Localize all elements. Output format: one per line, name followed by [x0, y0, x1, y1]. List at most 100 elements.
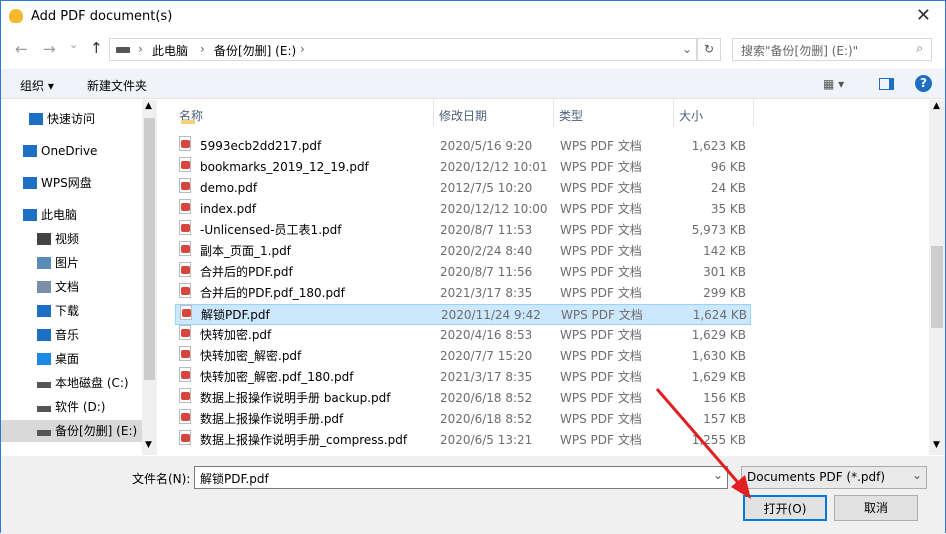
pdf-file-icon — [179, 157, 191, 172]
file-type: WPS PDF 文档 — [560, 181, 642, 195]
file-row[interactable]: demo.pdf 2012/7/5 10:20 WPS PDF 文档 24 KB — [175, 178, 751, 199]
help-button[interactable]: ? — [915, 75, 932, 92]
file-row[interactable]: 快转加密.pdf 2020/4/16 8:53 WPS PDF 文档 1,629 KB — [175, 325, 751, 346]
title-bar: Add PDF document(s) ✕ — [1, 1, 945, 33]
file-size: 24 KB — [710, 181, 746, 195]
forward-button[interactable]: → — [43, 40, 56, 58]
pdf-file-icon — [179, 409, 191, 424]
file-name: index.pdf — [200, 202, 257, 216]
picture-icon — [37, 257, 51, 269]
new-folder-button[interactable]: 新建文件夹 — [87, 77, 147, 94]
sidebar-scrollbar[interactable]: ▲ ▼ — [142, 100, 157, 455]
window-title: Add PDF document(s) — [31, 9, 173, 24]
file-name: 快转加密_解密.pdf — [200, 349, 302, 363]
sidebar-item[interactable]: 本地磁盘 (C:) — [1, 372, 142, 394]
file-name: 数据上报操作说明手册 backup.pdf — [200, 391, 391, 405]
sidebar-item[interactable]: 此电脑 — [1, 204, 142, 226]
sidebar-item[interactable]: WPS网盘 — [1, 172, 142, 194]
toolbar: 组织 ▾ 新建文件夹 ▦ ▾ ? — [1, 69, 945, 99]
sidebar-item-label: 图片 — [55, 256, 80, 270]
close-button[interactable]: ✕ — [916, 5, 931, 26]
file-size: 1,623 KB — [691, 139, 746, 153]
desktop-icon — [37, 353, 51, 365]
file-row[interactable]: index.pdf 2020/12/12 10:00 WPS PDF 文档 35 KB — [175, 199, 751, 220]
view-options-button[interactable]: ▦ ▾ — [823, 77, 844, 91]
file-size: 142 KB — [703, 244, 746, 258]
organize-button[interactable]: 组织 ▾ — [20, 77, 54, 94]
address-dropdown-icon[interactable]: ⌄ — [682, 42, 692, 56]
file-name: 快转加密_解密.pdf_180.pdf — [200, 370, 354, 384]
file-size: 301 KB — [703, 265, 746, 279]
sidebar-item[interactable]: 音乐 — [1, 324, 142, 346]
file-row[interactable]: 合并后的PDF.pdf_180.pdf 2021/3/17 8:35 WPS PDF… — [175, 283, 751, 304]
pdf-file-icon — [179, 199, 191, 214]
sidebar-item[interactable]: 快速访问 — [1, 108, 142, 130]
file-row[interactable]: bookmarks_2019_12_19.pdf 2020/12/12 10:01… — [175, 157, 751, 178]
file-row[interactable]: 解锁PDF.pdf 2020/11/24 9:42 WPS PDF 文档 1,624 … — [175, 304, 751, 325]
pdf-file-icon — [179, 136, 191, 151]
file-name: 数据上报操作说明手册_compress.pdf — [200, 433, 408, 447]
file-size: 1,630 KB — [691, 349, 746, 363]
sidebar-item[interactable]: 文档 — [1, 276, 142, 298]
red-arrow-annotation — [655, 388, 751, 499]
back-button[interactable]: ← — [15, 40, 28, 58]
file-type: WPS PDF 文档 — [560, 244, 642, 258]
breadcrumb-drive-e[interactable]: 备份[勿删] (E:) — [214, 42, 296, 59]
sidebar-item[interactable]: 备份[勿删] (E:) — [1, 420, 142, 442]
file-type: WPS PDF 文档 — [560, 328, 642, 342]
file-name: 快转加密.pdf — [200, 328, 272, 342]
file-row[interactable]: 快转加密_解密.pdf 2020/7/7 15:20 WPS PDF 文档 1,630… — [175, 346, 751, 367]
file-type: WPS PDF 文档 — [560, 286, 642, 300]
folder-row-partial[interactable] — [175, 120, 751, 127]
file-row[interactable]: 5993ecb2dd217.pdf 2020/5/16 9:20 WPS PDF 文… — [175, 136, 751, 157]
pdf-file-icon — [179, 325, 191, 340]
recent-locations-button[interactable]: ⌄ — [69, 38, 78, 51]
drive-icon — [37, 406, 51, 412]
pdf-file-icon — [179, 367, 191, 382]
file-row[interactable]: 副本_页面_1.pdf 2020/2/24 8:40 WPS PDF 文档 142 K… — [175, 241, 751, 262]
sidebar-item[interactable]: OneDrive — [1, 140, 142, 162]
file-list-scrollbar[interactable]: ▲ ▼ — [929, 100, 945, 455]
file-size: 96 KB — [710, 160, 746, 174]
refresh-button[interactable]: ↻ — [697, 38, 721, 61]
preview-pane-button[interactable] — [879, 78, 894, 90]
file-size: 35 KB — [710, 202, 746, 216]
file-row[interactable]: -Unlicensed-员工表1.pdf 2020/8/7 11:53 WPS PD… — [175, 220, 751, 241]
cloud-icon — [23, 177, 37, 189]
pdf-file-icon — [179, 388, 191, 403]
sidebar-item-label: 备份[勿删] (E:) — [55, 424, 138, 438]
sidebar-item[interactable]: 视频 — [1, 228, 142, 250]
file-type: WPS PDF 文档 — [560, 412, 642, 426]
file-date: 2020/7/7 15:20 — [440, 349, 533, 363]
sidebar-item[interactable]: 下载 — [1, 300, 142, 322]
breadcrumb-separator[interactable]: › — [300, 42, 305, 56]
file-type: WPS PDF 文档 — [560, 391, 642, 405]
file-size: 299 KB — [703, 286, 746, 300]
file-list: 名称 修改日期 类型 大小 5993ecb2dd217.pdf 2020/5/16… — [171, 100, 929, 455]
file-date: 2020/11/24 9:42 — [441, 308, 541, 322]
up-button[interactable]: ↑ — [90, 39, 103, 57]
file-type: WPS PDF 文档 — [560, 139, 642, 153]
file-size: 1,629 KB — [691, 328, 746, 342]
sidebar-item[interactable]: 软件 (D:) — [1, 396, 142, 418]
file-date: 2020/12/12 10:00 — [440, 202, 548, 216]
pdf-file-icon — [179, 178, 191, 193]
pdf-file-icon — [179, 241, 191, 256]
file-type: WPS PDF 文档 — [560, 370, 642, 384]
download-icon — [37, 305, 51, 317]
breadcrumb-this-pc[interactable]: 此电脑 — [152, 42, 188, 59]
file-name: 5993ecb2dd217.pdf — [200, 139, 322, 153]
file-row[interactable]: 合并后的PDF.pdf 2020/8/7 11:56 WPS PDF 文档 301 K… — [175, 262, 751, 283]
cancel-button[interactable]: 取消 — [834, 495, 918, 521]
file-name: -Unlicensed-员工表1.pdf — [200, 223, 342, 237]
file-date: 2020/5/16 9:20 — [440, 139, 533, 153]
sidebar-item-label: WPS网盘 — [41, 176, 92, 190]
search-input[interactable]: 搜索"备份[勿删] (E:)" ⌕ — [732, 38, 932, 61]
filename-label: 文件名(N): — [132, 472, 191, 486]
file-type: WPS PDF 文档 — [560, 349, 642, 363]
address-bar[interactable]: › 此电脑 › 备份[勿删] (E:) › ⌄ — [109, 38, 697, 61]
file-type: WPS PDF 文档 — [561, 308, 643, 322]
sidebar-item[interactable]: 桌面 — [1, 348, 142, 370]
star-icon — [29, 113, 43, 125]
sidebar-item[interactable]: 图片 — [1, 252, 142, 274]
